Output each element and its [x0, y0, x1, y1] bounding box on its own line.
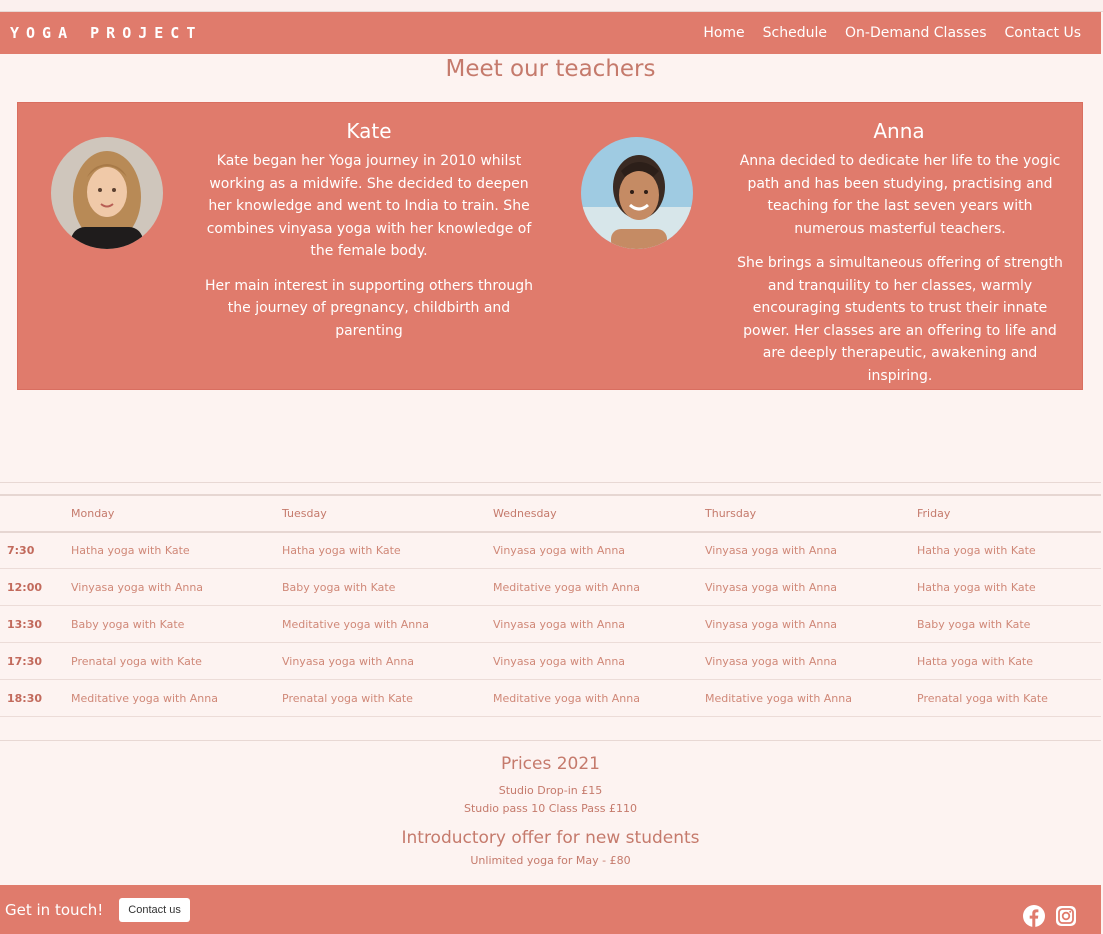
table-cell-time: 17:30	[0, 642, 64, 680]
table-cell-time: 7:30	[0, 531, 64, 569]
table-cell: Prenatal yoga with Kate	[910, 679, 1101, 717]
schedule-header-monday: Monday	[64, 495, 275, 533]
avatar-kate	[51, 137, 163, 249]
teacher-bio-kate: Kate began her Yoga journey in 2010 whil…	[201, 150, 537, 354]
nav-contact-us[interactable]: Contact Us	[1005, 25, 1081, 41]
table-cell: Vinyasa yoga with Anna	[275, 642, 486, 680]
table-cell: Hatha yoga with Kate	[64, 531, 275, 569]
footer: Get in touch! Contact us	[0, 885, 1101, 934]
schedule-section: Monday Tuesday Wednesday Thursday Friday…	[0, 482, 1101, 717]
teacher-card-anna: Anna Anna decided to dedicate her life t…	[548, 103, 1084, 389]
schedule-header-friday: Friday	[910, 495, 1101, 533]
teacher-bio-anna-p1: Anna decided to dedicate her life to the…	[739, 153, 1061, 237]
table-cell-time: 12:00	[0, 568, 64, 606]
schedule-header-tuesday: Tuesday	[275, 495, 486, 533]
table-cell: Meditative yoga with Anna	[275, 605, 486, 643]
price-line-drop-in: Studio Drop-in £15	[498, 784, 603, 797]
table-cell: Vinyasa yoga with Anna	[698, 605, 910, 643]
nav-home[interactable]: Home	[703, 25, 744, 41]
teacher-name-anna: Anna	[873, 119, 925, 143]
table-cell: Vinyasa yoga with Anna	[698, 531, 910, 569]
facebook-icon[interactable]	[1023, 905, 1045, 931]
schedule-header-wednesday: Wednesday	[486, 495, 698, 533]
schedule-header-time	[0, 495, 64, 533]
table-cell: Baby yoga with Kate	[64, 605, 275, 643]
get-in-touch-label: Get in touch!	[5, 900, 104, 919]
contact-us-button[interactable]: Contact us	[119, 897, 190, 922]
table-cell: Vinyasa yoga with Anna	[486, 642, 698, 680]
table-row: 18:30 Meditative yoga with Anna Prenatal…	[0, 679, 1101, 717]
table-cell: Hatha yoga with Kate	[910, 531, 1101, 569]
nav-schedule[interactable]: Schedule	[763, 25, 827, 41]
table-cell: Prenatal yoga with Kate	[64, 642, 275, 680]
table-row: 17:30 Prenatal yoga with Kate Vinyasa yo…	[0, 642, 1101, 680]
table-row: 12:00 Vinyasa yoga with Anna Baby yoga w…	[0, 568, 1101, 606]
teacher-bio-kate-p1: Kate began her Yoga journey in 2010 whil…	[206, 153, 532, 259]
offer-title: Introductory offer for new students	[401, 828, 700, 848]
table-cell: Hatta yoga with Kate	[910, 642, 1101, 680]
schedule-table: Monday Tuesday Wednesday Thursday Friday…	[0, 495, 1101, 717]
price-line-class-pass: Studio pass 10 Class Pass £110	[464, 802, 637, 815]
brand-logo[interactable]: YOGA PROJECT	[10, 24, 202, 42]
offer-line: Unlimited yoga for May - £80	[470, 854, 631, 867]
table-cell: Meditative yoga with Anna	[64, 679, 275, 717]
page-title: Meet our teachers	[445, 56, 656, 82]
social-links	[1023, 905, 1077, 931]
table-cell: Meditative yoga with Anna	[486, 679, 698, 717]
schedule-header-row: Monday Tuesday Wednesday Thursday Friday	[0, 495, 1101, 533]
table-cell: Vinyasa yoga with Anna	[486, 605, 698, 643]
navbar: YOGA PROJECT Home Schedule On-Demand Cla…	[0, 12, 1101, 54]
teacher-bio-anna-p2: She brings a simultaneous offering of st…	[737, 255, 1063, 384]
schedule-header-thursday: Thursday	[698, 495, 910, 533]
nav-on-demand-classes[interactable]: On-Demand Classes	[845, 25, 987, 41]
teacher-bio-anna: Anna decided to dedicate her life to the…	[732, 150, 1068, 399]
table-cell-time: 13:30	[0, 605, 64, 643]
table-cell: Meditative yoga with Anna	[698, 679, 910, 717]
table-cell: Vinyasa yoga with Anna	[486, 531, 698, 569]
table-cell-time: 18:30	[0, 679, 64, 717]
main-nav: Home Schedule On-Demand Classes Contact …	[703, 25, 1091, 41]
table-row: 7:30 Hatha yoga with Kate Hatha yoga wit…	[0, 531, 1101, 569]
table-cell: Baby yoga with Kate	[910, 605, 1101, 643]
top-strip	[0, 0, 1103, 12]
table-cell: Hatha yoga with Kate	[275, 531, 486, 569]
table-cell: Vinyasa yoga with Anna	[698, 642, 910, 680]
table-cell: Baby yoga with Kate	[275, 568, 486, 606]
schedule-spacer	[0, 483, 1101, 495]
table-cell: Prenatal yoga with Kate	[275, 679, 486, 717]
table-cell: Meditative yoga with Anna	[486, 568, 698, 606]
teachers-section: Kate Kate began her Yoga journey in 2010…	[17, 102, 1083, 390]
avatar-anna	[581, 137, 693, 249]
table-row: 13:30 Baby yoga with Kate Meditative yog…	[0, 605, 1101, 643]
teacher-card-kate: Kate Kate began her Yoga journey in 2010…	[18, 103, 548, 389]
prices-title: Prices 2021	[501, 754, 600, 774]
table-cell: Hatha yoga with Kate	[910, 568, 1101, 606]
prices-section: Prices 2021 Studio Drop-in £15 Studio pa…	[0, 740, 1101, 870]
teacher-bio-kate-p2: Her main interest in supporting others t…	[204, 277, 534, 339]
table-cell: Vinyasa yoga with Anna	[698, 568, 910, 606]
instagram-icon[interactable]	[1055, 905, 1077, 931]
teacher-name-kate: Kate	[346, 119, 392, 143]
table-cell: Vinyasa yoga with Anna	[64, 568, 275, 606]
